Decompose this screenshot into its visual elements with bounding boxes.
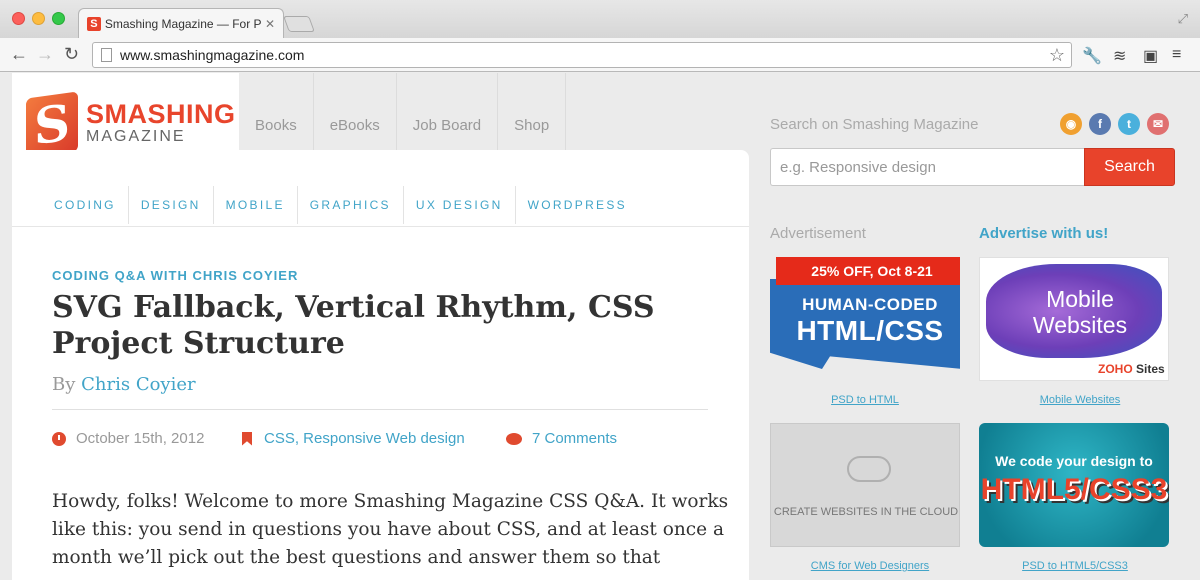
forward-arrow-icon[interactable]: → [36, 44, 54, 64]
comments-link[interactable]: 7 Comments [532, 430, 617, 447]
ad-ribbon: 25% OFF, Oct 8-21 [776, 257, 960, 285]
new-tab-button[interactable] [283, 16, 315, 32]
maximize-window-button[interactable] [52, 12, 65, 25]
facebook-icon[interactable]: f [1089, 113, 1111, 135]
tab-close-icon[interactable]: ✕ [265, 17, 275, 31]
category-wordpress[interactable]: WORDPRESS [516, 186, 639, 224]
divider [12, 226, 749, 227]
browser-tab[interactable]: S Smashing Magazine — For Pr ✕ [78, 8, 284, 38]
ad-headline-large: HTML/CSS [796, 315, 944, 346]
smashing-favicon-icon: S [87, 16, 101, 31]
zoho-suffix: Sites [1136, 362, 1165, 376]
ad-headline: Mobile Websites [1000, 286, 1160, 338]
ad-caption[interactable]: Mobile Websites [985, 394, 1175, 406]
byline: By Chris Coyier [52, 374, 196, 395]
ad-caption[interactable]: CMS for Web Designers [775, 560, 965, 572]
search-button[interactable]: Search [1084, 148, 1175, 186]
window-icon[interactable]: ▣ [1143, 46, 1158, 66]
bookmark-icon [242, 431, 252, 446]
layers-icon[interactable]: ≋ [1113, 46, 1126, 66]
browser-toolbar: ← → ↻ www.smashingmagazine.com ☆ 🔧 ≋ ▣ ≡ [0, 38, 1200, 72]
article-tags: CSS, Responsive Web design [242, 430, 465, 447]
twitter-icon[interactable]: t [1118, 113, 1140, 135]
tags-link[interactable]: CSS, Responsive Web design [264, 430, 465, 447]
advertisement-label: Advertisement [770, 225, 866, 242]
search-label: Search on Smashing Magazine [770, 116, 979, 133]
ad-mobile-websites[interactable]: Mobile Websites ZOHO Sites [979, 257, 1169, 381]
author-link[interactable]: Chris Coyier [81, 374, 195, 395]
search-input[interactable] [770, 148, 1085, 186]
article-kicker[interactable]: CODING Q&A WITH CHRIS COYIER [52, 268, 298, 283]
byline-prefix: By [52, 374, 76, 395]
ad-headline: We code your design to [995, 453, 1153, 469]
fullscreen-icon[interactable]: ⤢ [1178, 11, 1188, 27]
browser-titlebar: S Smashing Magazine — For Pr ✕ ⤢ [0, 0, 1200, 38]
ad-line1: Mobile [1046, 286, 1114, 312]
divider [52, 409, 708, 410]
category-mobile[interactable]: MOBILE [214, 186, 298, 224]
ad-headline: HUMAN-CODED [802, 295, 938, 314]
date-text: October 15th, 2012 [76, 430, 205, 447]
comment-icon [506, 432, 522, 445]
zoho-logo: ZOHO Sites [1098, 362, 1165, 376]
ad-caption[interactable]: PSD to HTML5/CSS3 [980, 560, 1170, 572]
address-bar[interactable]: www.smashingmagazine.com ☆ [92, 42, 1072, 68]
ad-headline-large: HTML5/CSS3 [980, 473, 1168, 506]
email-icon[interactable]: ✉ [1147, 113, 1169, 135]
ad-caption[interactable]: PSD to HTML [770, 394, 960, 406]
logo-sub: MAGAZINE [86, 128, 186, 145]
category-graphics[interactable]: GRAPHICS [298, 186, 404, 224]
category-coding[interactable]: CODING [42, 186, 129, 224]
page-icon [101, 48, 112, 62]
back-arrow-icon[interactable]: ← [10, 44, 28, 64]
minimize-window-button[interactable] [32, 12, 45, 25]
article-card: CODING DESIGN MOBILE GRAPHICS UX DESIGN … [12, 150, 749, 580]
advertise-link[interactable]: Advertise with us! [979, 225, 1108, 242]
ad-line2: Websites [1032, 312, 1128, 338]
cloud-icon [847, 456, 891, 482]
category-ux-design[interactable]: UX DESIGN [404, 186, 516, 224]
ad-psd-to-html5[interactable]: We code your design to HTML5/CSS3 [979, 423, 1169, 547]
reload-icon[interactable]: ↻ [64, 44, 79, 64]
menu-icon[interactable]: ≡ [1172, 46, 1181, 64]
ad-text: CREATE WEBSITES IN THE CLOUD [773, 506, 959, 518]
ad-psd-to-html[interactable]: 25% OFF, Oct 8-21 HUMAN-CODED HTML/CSS [770, 257, 960, 383]
category-design[interactable]: DESIGN [129, 186, 214, 224]
zoho-brand: ZOHO [1098, 362, 1133, 376]
article-title: SVG Fallback, Vertical Rhythm, CSS Proje… [52, 290, 655, 361]
rss-icon[interactable]: ◉ [1060, 113, 1082, 135]
url-text[interactable]: www.smashingmagazine.com [120, 47, 304, 63]
close-window-button[interactable] [12, 12, 25, 25]
tab-title: Smashing Magazine — For Pr [104, 16, 261, 31]
article-comments: 7 Comments [506, 430, 617, 447]
article-date: October 15th, 2012 [52, 430, 204, 447]
category-navigation: CODING DESIGN MOBILE GRAPHICS UX DESIGN … [42, 186, 639, 224]
logo-s-icon: S [26, 91, 78, 159]
clock-icon [52, 431, 66, 446]
logo-word: SMASHING [86, 99, 236, 129]
article-body: Howdy, folks! Welcome to more Smashing M… [52, 491, 729, 580]
ad-cms-web-designers[interactable]: CREATE WEBSITES IN THE CLOUD [770, 423, 960, 547]
bookmark-star-icon[interactable]: ☆ [1049, 45, 1065, 66]
page: S SMASHING MAGAZINE Books eBooks Job Boa… [0, 73, 1200, 580]
wrench-icon[interactable]: 🔧 [1082, 46, 1102, 66]
